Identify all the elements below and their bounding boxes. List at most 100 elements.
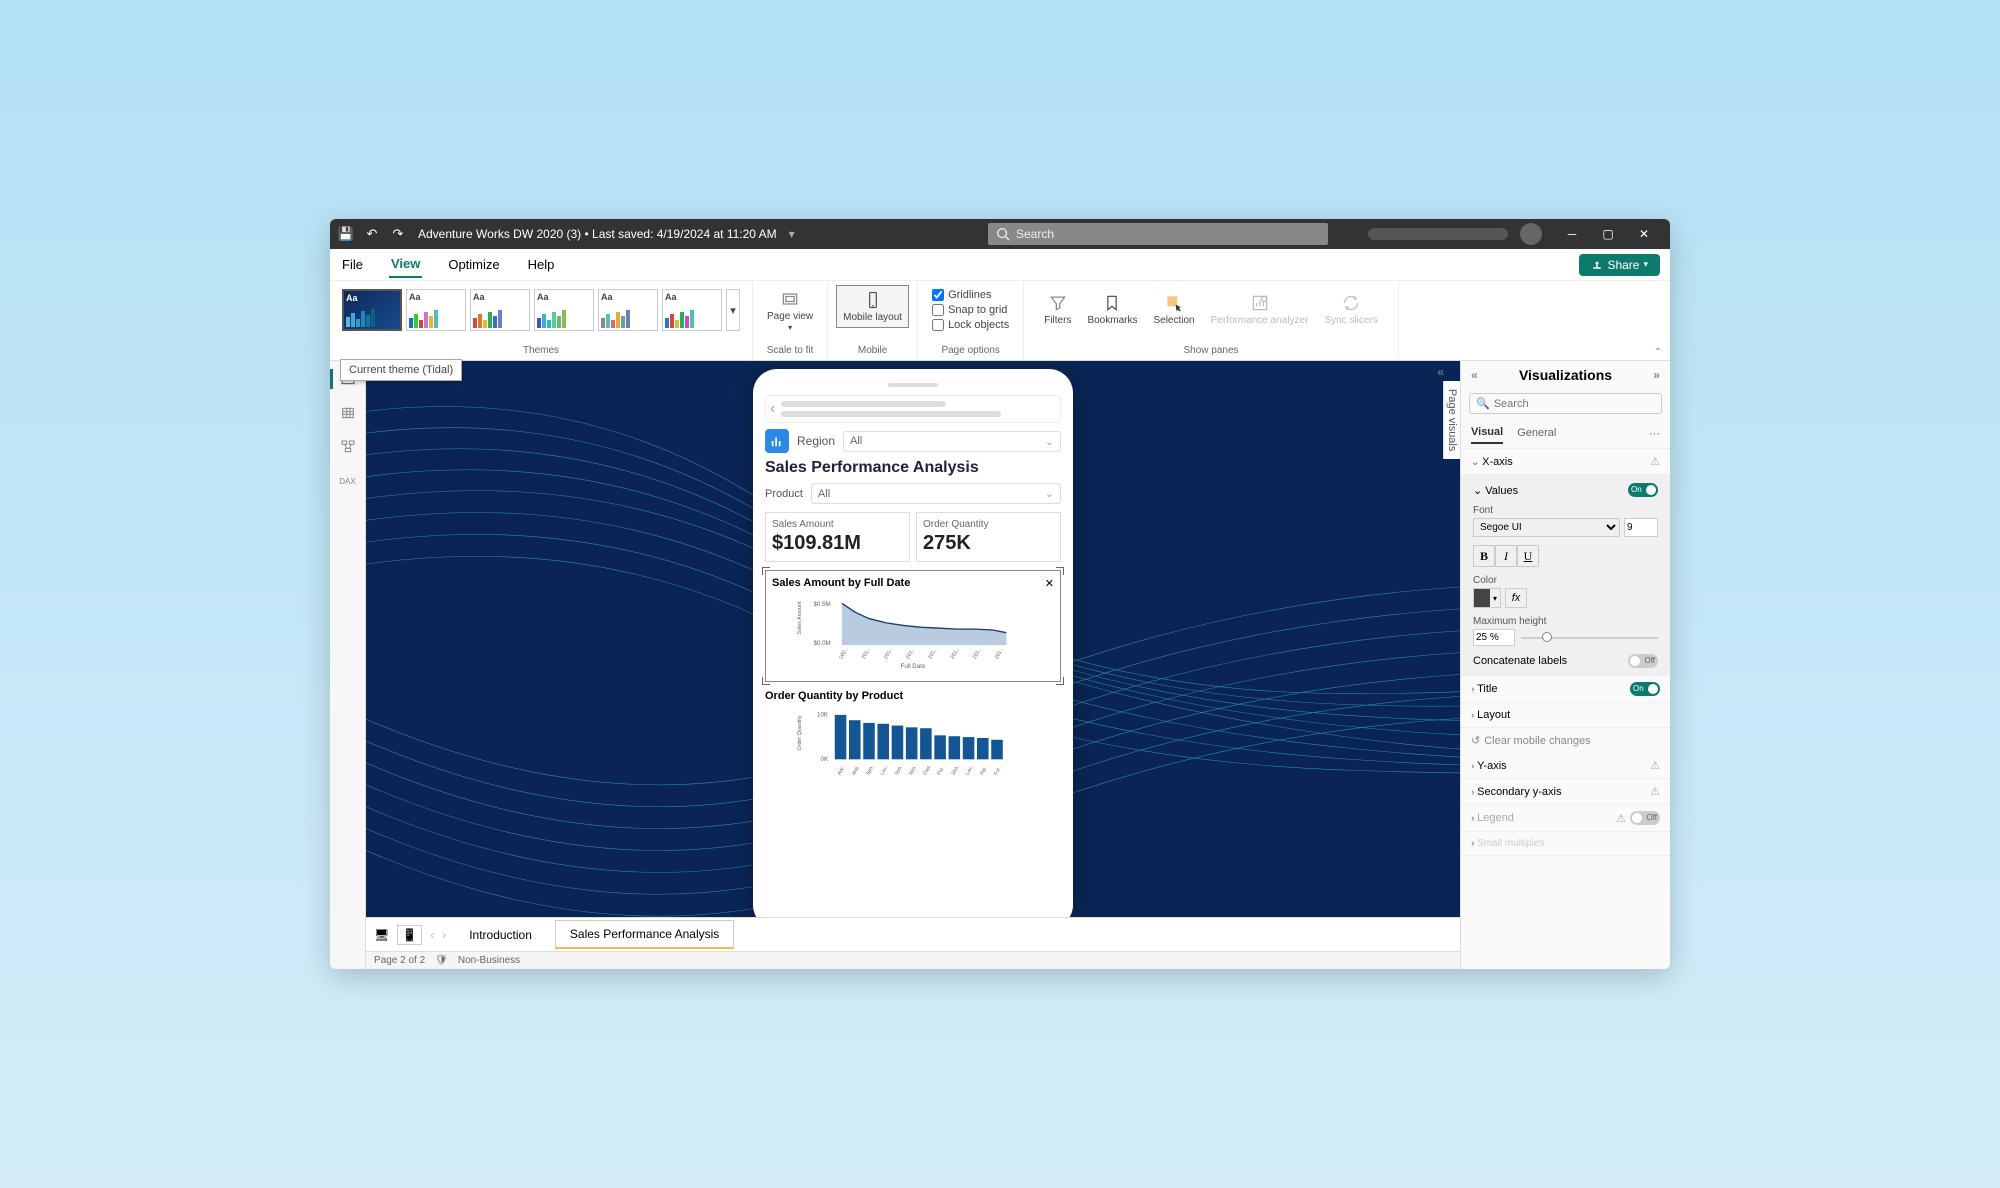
visualizations-pane: « Visualizations » 🔍 Visual General ⋯ ⌄ … bbox=[1460, 361, 1670, 969]
underline-button[interactable]: U bbox=[1517, 545, 1539, 567]
theme-thumb-6[interactable]: Aa bbox=[662, 289, 722, 331]
pane-expand-icon[interactable]: » bbox=[1653, 368, 1660, 382]
report-canvas[interactable]: ‹ Region All⌄ Sales Performance Analysis… bbox=[366, 361, 1460, 917]
layout-section[interactable]: › Layout bbox=[1461, 703, 1670, 728]
font-size-input[interactable] bbox=[1624, 518, 1658, 537]
color-picker[interactable]: ▾ bbox=[1473, 588, 1501, 608]
pane-search[interactable]: 🔍 bbox=[1469, 393, 1662, 414]
secondary-yaxis-section[interactable]: › Secondary y-axis ⚠ bbox=[1461, 779, 1670, 805]
region-dropdown[interactable]: All⌄ bbox=[843, 431, 1061, 452]
pane-collapse-icon[interactable]: « bbox=[1471, 368, 1478, 382]
snap-checkbox[interactable]: Snap to grid bbox=[932, 304, 1009, 316]
mobile-layout-button[interactable]: Mobile layout bbox=[836, 285, 909, 328]
menu-optimize[interactable]: Optimize bbox=[446, 252, 501, 277]
remove-visual-icon[interactable]: ✕ bbox=[1045, 577, 1054, 590]
italic-button[interactable]: I bbox=[1495, 545, 1517, 567]
prev-page-icon[interactable]: ‹ bbox=[430, 928, 434, 942]
page-indicator: Page 2 of 2 bbox=[374, 955, 425, 966]
title-dropdown-icon[interactable]: ▾ bbox=[789, 227, 795, 241]
theme-thumb-1[interactable]: Aa bbox=[342, 289, 402, 331]
svg-text:0K: 0K bbox=[821, 756, 829, 763]
max-height-slider[interactable] bbox=[1521, 637, 1658, 639]
yaxis-section[interactable]: › Y-axis ⚠ bbox=[1461, 753, 1670, 779]
svg-text:202..: 202.. bbox=[838, 647, 849, 660]
svg-text:Lon..: Lon.. bbox=[965, 764, 976, 776]
values-toggle[interactable] bbox=[1628, 483, 1658, 497]
tab-general[interactable]: General bbox=[1517, 423, 1556, 443]
collapse-panes-icon[interactable]: « bbox=[1437, 365, 1444, 379]
desktop-view-icon[interactable]: 🖥 bbox=[374, 928, 389, 942]
file-title: Adventure Works DW 2020 (3) • Last saved… bbox=[418, 227, 777, 241]
share-button[interactable]: Share ▾ bbox=[1579, 254, 1660, 276]
title-toggle[interactable] bbox=[1630, 682, 1660, 696]
max-height-input[interactable] bbox=[1473, 629, 1515, 646]
title-section[interactable]: › Title bbox=[1461, 676, 1670, 703]
tab-introduction[interactable]: Introduction bbox=[454, 921, 547, 949]
font-family-select[interactable]: Segoe UI bbox=[1473, 518, 1620, 537]
titlebar: 💾 ↶ ↷ Adventure Works DW 2020 (3) • Last… bbox=[330, 219, 1670, 249]
back-icon[interactable]: ‹ bbox=[770, 400, 775, 418]
legend-section[interactable]: › Legend ⚠ bbox=[1461, 805, 1670, 832]
bookmarks-button[interactable]: Bookmarks bbox=[1081, 289, 1143, 330]
xaxis-section[interactable]: ⌄ X-axis ⚠ bbox=[1461, 449, 1670, 475]
ribbon-collapse-icon[interactable]: ⌃ bbox=[1654, 347, 1662, 358]
chart-icon[interactable] bbox=[765, 429, 789, 453]
dax-view-icon[interactable]: DAX bbox=[338, 471, 358, 491]
order-by-product-chart[interactable]: Order Quantity by Product Order Quantity… bbox=[765, 690, 1061, 791]
svg-text:10K: 10K bbox=[817, 712, 829, 719]
save-icon[interactable]: 💾 bbox=[338, 226, 354, 242]
fx-button[interactable]: fx bbox=[1505, 588, 1527, 608]
svg-text:201..: 201.. bbox=[972, 647, 983, 660]
theme-thumb-3[interactable]: Aa bbox=[470, 289, 530, 331]
page-view-button[interactable]: Page view▾ bbox=[761, 285, 819, 337]
svg-text:Pat..: Pat.. bbox=[936, 765, 946, 777]
phone-title: Sales Performance Analysis bbox=[765, 459, 1061, 477]
mobile-view-icon[interactable]: 📱 bbox=[397, 925, 422, 945]
legend-toggle[interactable] bbox=[1630, 811, 1660, 825]
page-tabs: 🖥 📱 ‹ › Introduction Sales Performance A… bbox=[366, 917, 1460, 951]
undo-icon[interactable]: ↶ bbox=[364, 226, 380, 242]
redo-icon[interactable]: ↷ bbox=[390, 226, 406, 242]
page-visuals-tab[interactable]: Page visuals bbox=[1443, 381, 1460, 459]
avatar[interactable] bbox=[1520, 223, 1542, 245]
menu-help[interactable]: Help bbox=[526, 252, 557, 277]
search-input[interactable]: Search bbox=[988, 223, 1328, 245]
selection-button[interactable]: Selection bbox=[1147, 289, 1200, 330]
sales-amount-card[interactable]: Sales Amount $109.81M bbox=[765, 512, 910, 562]
close-icon[interactable]: ✕ bbox=[1626, 219, 1662, 249]
tab-sales-performance[interactable]: Sales Performance Analysis bbox=[555, 920, 734, 949]
theme-thumb-2[interactable]: Aa bbox=[406, 289, 466, 331]
model-view-icon[interactable] bbox=[338, 437, 358, 457]
filters-button[interactable]: Filters bbox=[1038, 289, 1077, 330]
page-options-label: Page options bbox=[941, 345, 999, 356]
small-multiples-section[interactable]: › Small multiples bbox=[1461, 832, 1670, 856]
bold-button[interactable]: B bbox=[1473, 545, 1495, 567]
table-view-icon[interactable] bbox=[338, 403, 358, 423]
themes-dropdown[interactable]: ▾ bbox=[726, 289, 740, 331]
font-label: Font bbox=[1473, 505, 1658, 516]
next-page-icon[interactable]: › bbox=[442, 928, 446, 942]
performance-button[interactable]: Performance analyzer bbox=[1205, 289, 1315, 330]
svg-text:Lon..: Lon.. bbox=[879, 764, 890, 776]
svg-text:Full Date: Full Date bbox=[901, 663, 926, 670]
region-label: Region bbox=[797, 434, 835, 448]
theme-thumb-5[interactable]: Aa bbox=[598, 289, 658, 331]
svg-text:201..: 201.. bbox=[927, 647, 938, 660]
svg-text:Spo..: Spo.. bbox=[908, 763, 919, 776]
menu-view[interactable]: View bbox=[389, 251, 422, 278]
tab-visual[interactable]: Visual bbox=[1471, 422, 1503, 444]
product-dropdown[interactable]: All⌄ bbox=[811, 483, 1061, 504]
sales-by-date-chart[interactable]: Sales Amount by Full Date✕ Sales Amount … bbox=[765, 570, 1061, 682]
concat-toggle[interactable] bbox=[1628, 654, 1658, 668]
theme-thumb-4[interactable]: Aa bbox=[534, 289, 594, 331]
lock-checkbox[interactable]: Lock objects bbox=[932, 319, 1009, 331]
order-quantity-card[interactable]: Order Quantity 275K bbox=[916, 512, 1061, 562]
gridlines-checkbox[interactable]: Gridlines bbox=[932, 289, 1009, 301]
classification: Non-Business bbox=[458, 955, 520, 966]
minimize-icon[interactable]: ─ bbox=[1554, 219, 1590, 249]
sync-button[interactable]: Sync slicers bbox=[1318, 289, 1383, 330]
more-options-icon[interactable]: ⋯ bbox=[1649, 427, 1660, 440]
maximize-icon[interactable]: ▢ bbox=[1590, 219, 1626, 249]
menu-file[interactable]: File bbox=[340, 252, 365, 277]
scale-group-label: Scale to fit bbox=[767, 345, 814, 356]
